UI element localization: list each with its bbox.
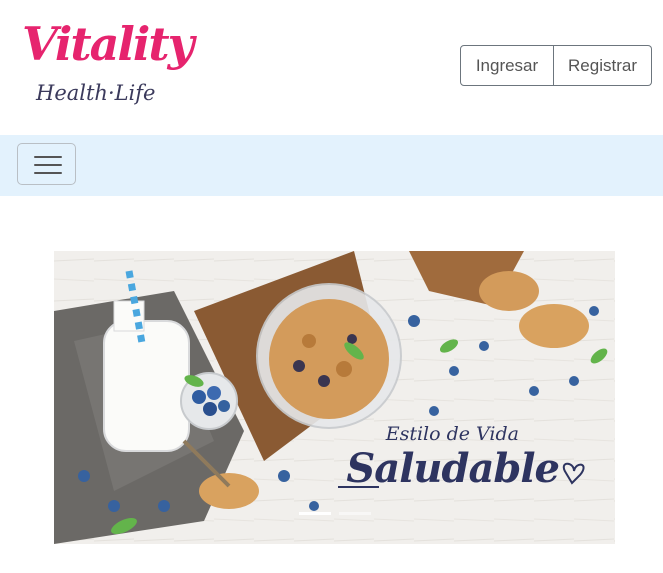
logo-tagline: Health·Life bbox=[36, 81, 156, 105]
carousel-caption: Estilo de Vida Saludable bbox=[346, 423, 560, 492]
carousel-indicator[interactable] bbox=[299, 512, 331, 515]
carousel-indicators bbox=[299, 512, 371, 515]
login-button[interactable]: Ingresar bbox=[460, 45, 554, 86]
carousel-slide-image bbox=[54, 251, 615, 544]
vitality-logo[interactable]: Vitality Health·Life bbox=[20, 16, 194, 112]
auth-button-group: Ingresar Registrar bbox=[460, 45, 652, 86]
navbar-toggler-button[interactable] bbox=[17, 143, 76, 185]
caption-small-text: Estilo de Vida bbox=[385, 423, 519, 445]
register-button[interactable]: Registrar bbox=[554, 45, 652, 86]
navbar bbox=[0, 135, 663, 196]
caption-big-text: Saludable bbox=[346, 445, 560, 492]
carousel-indicator[interactable] bbox=[339, 512, 371, 515]
logo-brand-text: Vitality bbox=[22, 17, 194, 71]
site-header: Vitality Health·Life Ingresar Registrar bbox=[0, 0, 663, 135]
hero-carousel[interactable]: Estilo de Vida Saludable bbox=[54, 251, 615, 544]
